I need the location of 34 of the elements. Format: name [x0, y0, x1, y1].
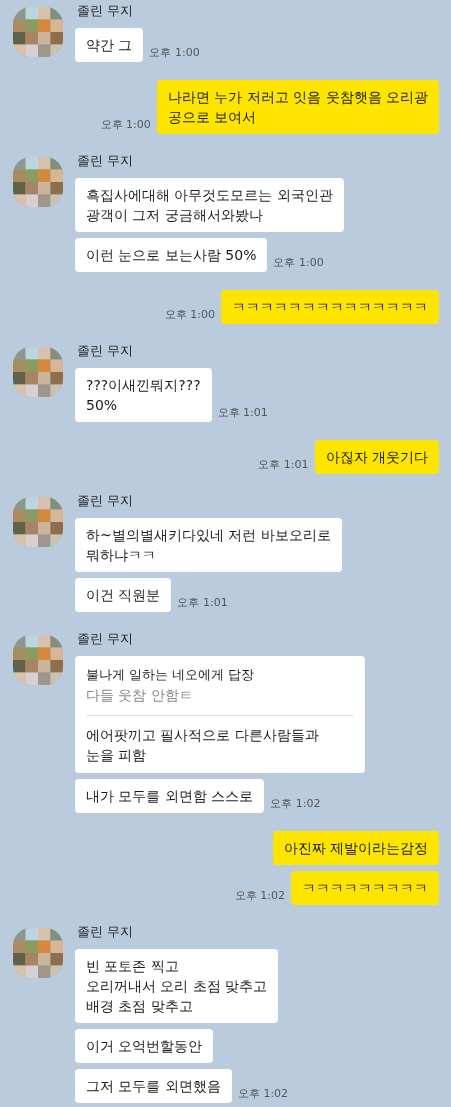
timestamp: 오후 1:01 — [177, 596, 228, 610]
message-bubble: 약간 그 — [75, 28, 144, 62]
reply-title: 불나게 일하는 네오에게 답장 — [86, 666, 256, 684]
message-bubble: 그저 모두를 외면했음 — [75, 1069, 232, 1103]
sender-name: 졸린 무지 — [76, 923, 135, 941]
message-bubble: ㅋㅋㅋㅋㅋㅋㅋㅋㅋㅋㅋㅋㅋㅋ — [221, 290, 439, 324]
timestamp: 오후 1:00 — [164, 308, 215, 322]
sender-name: 졸린 무지 — [76, 2, 135, 20]
message-bubble: 아짆자 개웃기다 — [314, 440, 439, 474]
timestamp: 오후 1:02 — [237, 1087, 289, 1101]
timestamp: 오후 1:01 — [258, 458, 309, 472]
message-bubble: ㅋㅋㅋㅋㅋㅋㅋㅋㅋ — [291, 871, 439, 905]
message-text: 에어팟끼고 필사적으로 다른사람들과 눈을 피함 — [86, 726, 320, 765]
sender-name: 졸린 무지 — [76, 492, 135, 510]
message-bubble: 빈 포토존 찍고 오리꺼내서 오리 초점 맞추고 배경 초점 맞추고 — [75, 949, 279, 1023]
timestamp: 오후 1:02 — [270, 797, 321, 811]
message-bubble: 아진짜 제발이라는감정 — [272, 831, 439, 865]
quoted-text: 다들 웃참 안함ㅌ — [86, 685, 354, 716]
sender-name: 졸린 무지 — [76, 152, 135, 170]
timestamp: 오후 1:01 — [217, 406, 268, 420]
message-bubble: 이런 눈으로 보는사람 50% — [75, 238, 268, 272]
message-bubble: 이건 직원분 — [75, 578, 172, 612]
message-bubble: 흑집사에대해 아무것도모르는 외국인관 광객이 그저 궁금해서와봤나 — [75, 178, 344, 232]
message-bubble: 하~별의별새키다있네 저런 바보오리로 뭐하냐ㅋㅋ — [75, 518, 342, 572]
timestamp: 오후 1:00 — [149, 46, 200, 60]
message-bubble: 내가 모두를 외면함 스스로 — [75, 779, 265, 813]
timestamp: 오후 1:00 — [100, 118, 151, 132]
sender-name: 졸린 무지 — [76, 630, 135, 648]
message-bubble: 나라면 누가 저러고 잇음 웃참햇음 오리광 공으로 보여서 — [156, 80, 439, 134]
timestamp: 오후 1:02 — [234, 889, 285, 903]
timestamp: 오후 1:00 — [273, 256, 324, 270]
message-bubble: ???이새낀뭐지??? 50% — [75, 368, 212, 422]
message-bubble: 이거 오억번할동안 — [75, 1029, 214, 1063]
sender-name: 졸린 무지 — [76, 342, 135, 360]
